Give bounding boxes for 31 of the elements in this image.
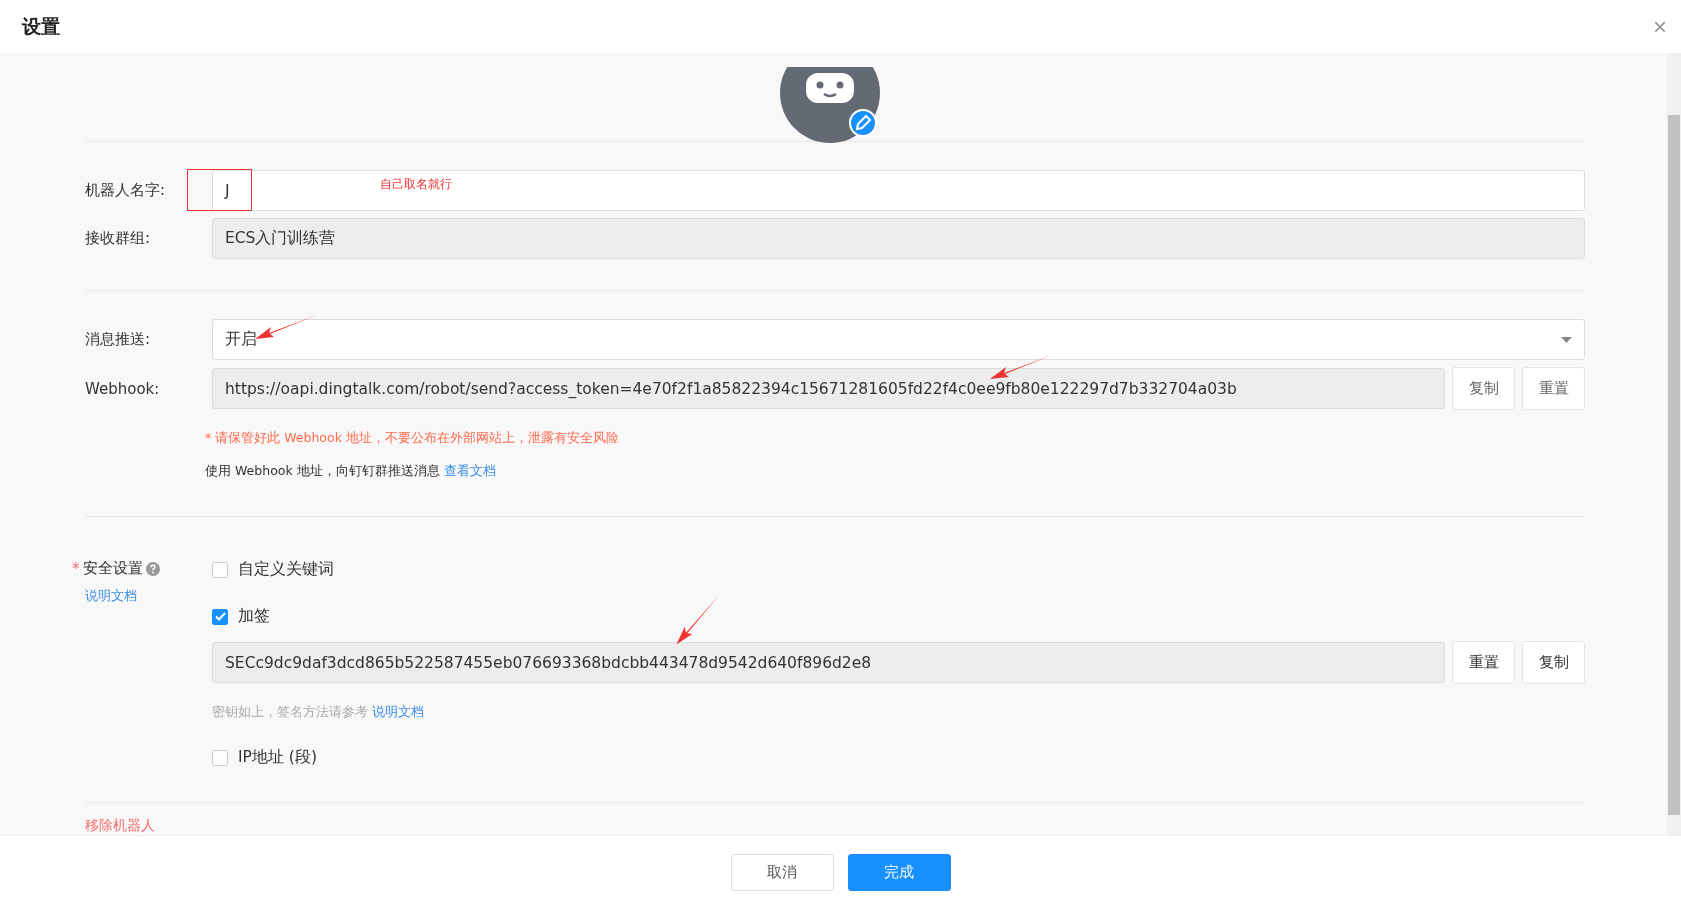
doc-link[interactable]: 说明文档 bbox=[372, 704, 424, 722]
field-label: 消息推送: bbox=[85, 330, 152, 350]
dialog-title: 设置 bbox=[22, 13, 60, 39]
checkbox[interactable] bbox=[212, 561, 228, 578]
scrollbar[interactable] bbox=[1668, 115, 1680, 815]
checkbox[interactable] bbox=[212, 749, 228, 766]
done-button[interactable]: 完成 bbox=[847, 854, 951, 891]
action-button[interactable]: 复制 bbox=[1522, 641, 1585, 685]
push-select[interactable]: 开启 bbox=[212, 319, 1585, 361]
option-label: IP地址 (段) bbox=[238, 747, 317, 769]
highlight-frame bbox=[187, 169, 252, 212]
dropdown-caret-icon bbox=[1561, 336, 1572, 343]
cancel-button[interactable]: 取消 bbox=[730, 854, 834, 891]
required-mark: * bbox=[72, 559, 80, 578]
hint-text: 密钥如上，签名方法请参考 bbox=[212, 704, 368, 722]
action-button[interactable]: 重置 bbox=[1452, 641, 1515, 685]
doc-link[interactable]: 查看文档 bbox=[443, 463, 496, 481]
usage-text: 使用 Webhook 地址，向钉钉群推送消息 bbox=[205, 463, 440, 481]
checkbox[interactable] bbox=[212, 608, 228, 625]
field-label: 机器人名字: bbox=[85, 181, 167, 201]
field-label: Webhook: bbox=[85, 379, 161, 398]
action-button[interactable]: 复制 bbox=[1452, 367, 1515, 411]
action-button[interactable]: 重置 bbox=[1522, 367, 1585, 411]
annotation-note: 自己取名就行 bbox=[380, 176, 452, 194]
field-label: 安全设置 bbox=[82, 559, 143, 579]
field-label: 接收群组: bbox=[85, 229, 152, 249]
doc-link[interactable]: 说明文档 bbox=[85, 588, 212, 606]
option-label: 自定义关键词 bbox=[238, 559, 334, 581]
warning-text: * 请保管好此 Webhook 地址，不要公布在外部网站上，泄露有安全风险 bbox=[205, 430, 620, 448]
option-label: 加签 bbox=[238, 606, 270, 628]
help-icon[interactable] bbox=[145, 561, 160, 576]
